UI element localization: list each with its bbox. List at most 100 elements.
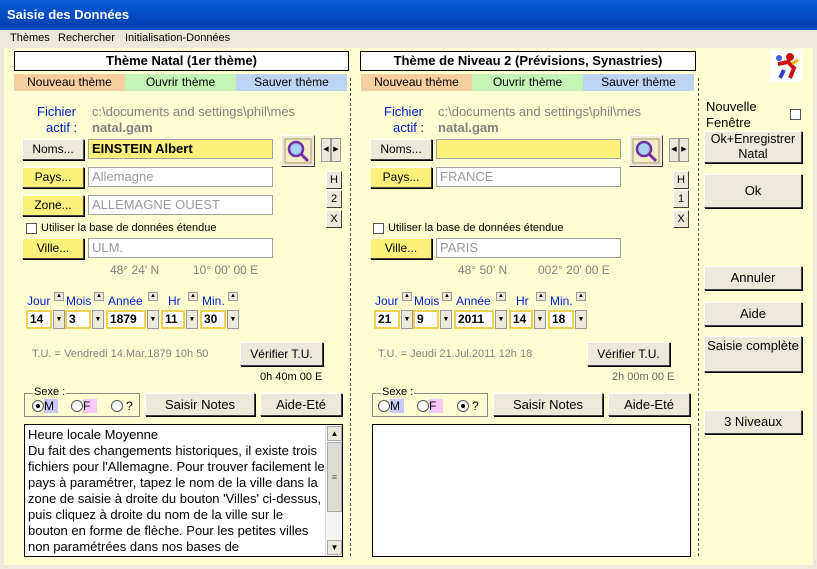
- left-jour-spin[interactable]: ▲: [54, 292, 64, 311]
- right-tab-nouveau[interactable]: Nouveau thème: [361, 74, 472, 91]
- right-annee-spin[interactable]: ▲: [496, 292, 506, 311]
- left-search-button[interactable]: [281, 135, 315, 167]
- right-jour-spin[interactable]: ▲: [402, 292, 412, 311]
- left-noms-button[interactable]: Noms...: [22, 139, 84, 160]
- left-noms-field[interactable]: EINSTEIN Albert: [88, 139, 273, 159]
- left-mois-dropdown[interactable]: ▼: [92, 310, 104, 329]
- left-sex-unknown-radio[interactable]: [111, 400, 123, 412]
- menu-themes[interactable]: Thèmes: [10, 32, 50, 44]
- left-hr-spin[interactable]: ▲: [188, 292, 198, 311]
- left-ville-field[interactable]: ULM.: [88, 238, 273, 258]
- annuler-button[interactable]: Annuler: [704, 266, 802, 290]
- left-tab-nouveau[interactable]: Nouveau thème: [14, 74, 125, 91]
- scroll-thumb[interactable]: ≡: [327, 442, 342, 512]
- right-hr-dropdown[interactable]: ▼: [534, 310, 546, 329]
- right-saisir-notes-button[interactable]: Saisir Notes: [493, 393, 603, 416]
- left-2-button[interactable]: 2: [326, 190, 342, 208]
- right-jour-dropdown[interactable]: ▼: [401, 310, 413, 329]
- left-x-button[interactable]: X: [326, 210, 342, 228]
- right-aide-ete-button[interactable]: Aide-Eté: [608, 393, 690, 416]
- left-zone-button[interactable]: Zone...: [22, 195, 84, 216]
- trois-niveaux-button[interactable]: 3 Niveaux: [704, 410, 802, 434]
- right-notes-memo[interactable]: [372, 424, 691, 557]
- right-mois-spin[interactable]: ▲: [442, 292, 452, 311]
- left-min-spin[interactable]: ▲: [228, 292, 238, 311]
- left-etendue-checkbox[interactable]: [26, 223, 37, 234]
- right-name-nav[interactable]: ◀ ▶: [669, 138, 690, 162]
- prev-arrow-icon[interactable]: ◀: [321, 138, 331, 162]
- right-x-button[interactable]: X: [673, 210, 689, 228]
- left-hr-field[interactable]: 11: [161, 310, 185, 329]
- right-sex-unknown-radio[interactable]: [457, 400, 469, 412]
- next-arrow-icon[interactable]: ▶: [331, 138, 341, 162]
- right-ville-field[interactable]: PARIS: [436, 238, 621, 258]
- left-tab-ouvrir[interactable]: Ouvrir thème: [125, 74, 236, 91]
- left-tab-sauver[interactable]: Sauver thème: [236, 74, 347, 91]
- left-ville-button[interactable]: Ville...: [22, 238, 84, 259]
- left-verifier-button[interactable]: Vérifier T.U.: [240, 342, 323, 366]
- right-sex-f-radio[interactable]: [417, 400, 429, 412]
- right-latitude: 48° 50' N: [458, 263, 508, 277]
- left-pays-field[interactable]: Allemagne: [88, 167, 273, 187]
- left-etendue-label: Utiliser la base de données étendue: [41, 222, 217, 234]
- left-jour-field[interactable]: 14: [26, 310, 52, 329]
- saisie-complete-button[interactable]: Saisie complète: [704, 336, 802, 372]
- right-noms-field[interactable]: [436, 139, 621, 159]
- right-annee-field[interactable]: 2011: [454, 310, 494, 329]
- right-min-dropdown[interactable]: ▼: [575, 310, 587, 329]
- right-search-button[interactable]: [629, 135, 663, 167]
- right-1-button[interactable]: 1: [673, 190, 689, 208]
- left-mois-field[interactable]: 3: [65, 310, 91, 329]
- left-fichier-path: c:\documents and settings\phil\mes: [92, 104, 296, 119]
- left-h-button[interactable]: H: [326, 171, 342, 189]
- right-pays-field[interactable]: FRANCE: [436, 167, 621, 187]
- left-min-field[interactable]: 30: [200, 310, 226, 329]
- right-etendue-checkbox[interactable]: [373, 223, 384, 234]
- right-annee-dropdown[interactable]: ▼: [495, 310, 507, 329]
- right-h-button[interactable]: H: [673, 171, 689, 189]
- left-hr-dropdown[interactable]: ▼: [186, 310, 198, 329]
- nouvelle-fenetre-checkbox[interactable]: [790, 109, 801, 120]
- right-min-spin[interactable]: ▲: [576, 292, 586, 311]
- left-memo-scrollbar[interactable]: ▲ ≡ ▼: [325, 425, 342, 556]
- right-ville-button[interactable]: Ville...: [370, 238, 432, 259]
- scroll-up-icon[interactable]: ▲: [327, 426, 342, 441]
- left-annee-field[interactable]: 1879: [106, 310, 146, 329]
- left-annee-dropdown[interactable]: ▼: [147, 310, 159, 329]
- right-tab-sauver[interactable]: Sauver thème: [583, 74, 694, 91]
- scroll-down-icon[interactable]: ▼: [327, 540, 342, 555]
- left-notes-memo[interactable]: Heure locale Moyenne Du fait des changeme…: [24, 424, 343, 557]
- left-pays-button[interactable]: Pays...: [22, 167, 84, 188]
- left-aide-ete-button[interactable]: Aide-Eté: [260, 393, 342, 416]
- right-tab-ouvrir[interactable]: Ouvrir thème: [472, 74, 583, 91]
- left-sex-f-radio[interactable]: [71, 400, 83, 412]
- right-min-field[interactable]: 18: [548, 310, 574, 329]
- right-noms-button[interactable]: Noms...: [370, 139, 432, 160]
- aide-button[interactable]: Aide: [704, 302, 802, 326]
- right-hr-field[interactable]: 14: [509, 310, 533, 329]
- left-zone-field[interactable]: ALLEMAGNE OUEST: [88, 195, 273, 215]
- prev-arrow-icon[interactable]: ◀: [669, 138, 679, 162]
- ok-button[interactable]: Ok: [704, 174, 802, 208]
- left-annee-spin[interactable]: ▲: [148, 292, 158, 311]
- right-verifier-button[interactable]: Vérifier T.U.: [587, 342, 670, 366]
- client-area: Thème Natal (1er thème) Nouveau thème Ou…: [4, 48, 813, 565]
- right-pays-button[interactable]: Pays...: [370, 167, 432, 188]
- next-arrow-icon[interactable]: ▶: [679, 138, 689, 162]
- ok-enregistrer-button[interactable]: Ok+Enregistrer Natal: [704, 131, 802, 163]
- right-jour-field[interactable]: 21: [374, 310, 400, 329]
- right-sex-m-radio[interactable]: [378, 400, 390, 412]
- left-hr-label: Hr: [168, 294, 181, 308]
- left-sex-m-radio[interactable]: [32, 400, 44, 412]
- right-mois-dropdown[interactable]: ▼: [440, 310, 452, 329]
- left-sex-unknown-label: ?: [126, 399, 133, 413]
- menu-initialisation[interactable]: Initialisation-Données: [125, 32, 230, 44]
- left-min-dropdown[interactable]: ▼: [227, 310, 239, 329]
- left-mois-spin[interactable]: ▲: [94, 292, 104, 311]
- right-hr-spin[interactable]: ▲: [536, 292, 546, 311]
- left-name-nav[interactable]: ◀ ▶: [321, 138, 342, 162]
- left-saisir-notes-button[interactable]: Saisir Notes: [145, 393, 255, 416]
- left-jour-dropdown[interactable]: ▼: [53, 310, 65, 329]
- right-mois-field[interactable]: 9: [413, 310, 439, 329]
- menu-rechercher[interactable]: Rechercher: [58, 32, 115, 44]
